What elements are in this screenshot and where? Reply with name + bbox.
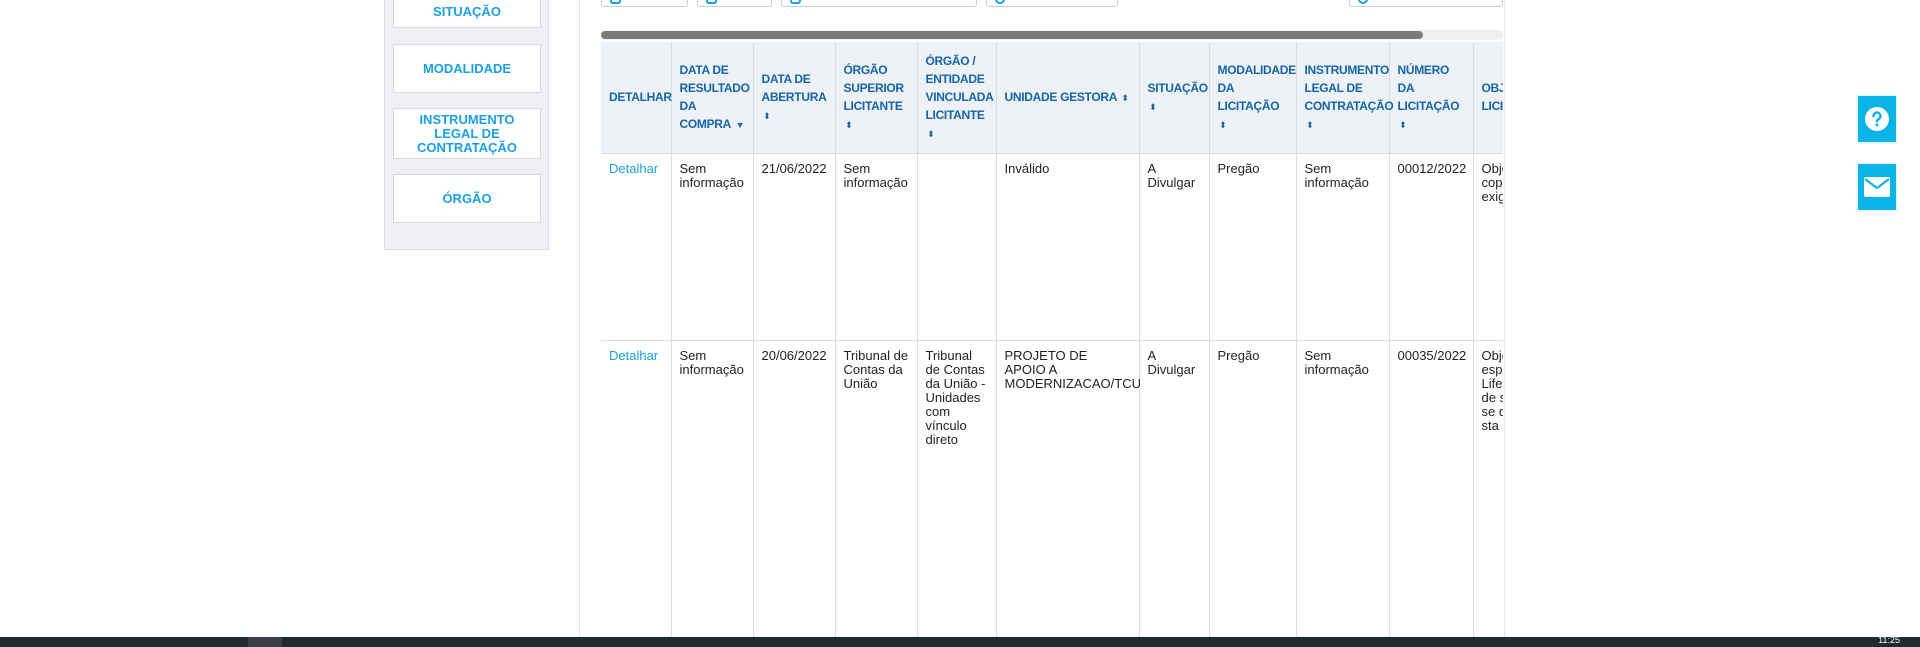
screen: SITUAÇÃO MODALIDADE INSTRUMENTO LEGAL DE… xyxy=(0,0,1920,647)
filter-modalidade-button[interactable]: MODALIDADE xyxy=(393,44,541,93)
detalhar-link[interactable]: Detalhar xyxy=(601,340,672,640)
cell-objeto: Obje Eletr Aqui mate copa conf cond quar… xyxy=(1473,153,1503,341)
toolbar-icon xyxy=(610,0,621,4)
filter-panel: SITUAÇÃO MODALIDADE INSTRUMENTO LEGAL DE… xyxy=(384,0,549,250)
cell-modalidade: Pregão xyxy=(1209,340,1297,640)
cell-data-resultado: Sem informação xyxy=(671,153,754,341)
col-header-orgao-superior[interactable]: ÓRGÃO SUPERIOR LICITANTE ⬍ xyxy=(835,42,918,154)
detalhar-link[interactable]: Detalhar xyxy=(601,153,672,341)
taskbar-app-icon[interactable] xyxy=(248,637,282,647)
scrollbar-thumb[interactable] xyxy=(601,31,1423,39)
col-header-data-resultado[interactable]: DATA DE RESULTADO DA COMPRA ▼ xyxy=(671,42,754,154)
sort-icon[interactable]: ⬍ xyxy=(1307,116,1314,134)
col-header-situacao[interactable]: SITUAÇÃO ⬍ xyxy=(1139,42,1210,154)
sort-icon[interactable]: ⬍ xyxy=(1122,89,1129,107)
col-header-instrumento[interactable]: INSTRUMENTO LEGAL DE CONTRATAÇÃO ⬍ xyxy=(1296,42,1394,154)
toolbar-icon xyxy=(706,0,717,4)
results-table-wrapper: DETALHAR DATA DE RESULTADO DA COMPRA ▼ D… xyxy=(601,42,1503,640)
sort-icon[interactable]: ⬍ xyxy=(846,116,853,134)
filter-orgao-button[interactable]: ÓRGÃO xyxy=(393,174,541,223)
horizontal-scrollbar[interactable] xyxy=(601,30,1503,40)
toolbar-icon xyxy=(995,0,1005,4)
cell-orgao-entidade xyxy=(917,153,997,341)
envelope-icon xyxy=(1864,177,1890,197)
cell-numero: 00035/2022 xyxy=(1389,340,1474,640)
col-header-unidade-gestora[interactable]: UNIDADE GESTORA ⬍ xyxy=(996,42,1140,154)
os-taskbar: 11:25 xyxy=(0,635,1920,647)
help-button[interactable] xyxy=(1856,94,1898,144)
contact-button[interactable] xyxy=(1856,162,1898,212)
sort-icon[interactable]: ⬍ xyxy=(1220,116,1227,134)
question-icon xyxy=(1865,107,1889,131)
sort-desc-icon[interactable]: ▼ xyxy=(736,116,745,134)
sort-icon[interactable]: ⬍ xyxy=(764,107,771,125)
cell-situacao: A Divulgar xyxy=(1139,340,1210,640)
col-header-numero[interactable]: NÚMERO DA LICITAÇÃO ⬍ xyxy=(1389,42,1474,154)
cell-data-abertura: 21/06/2022 xyxy=(753,153,836,341)
table-header-row: DETALHAR DATA DE RESULTADO DA COMPRA ▼ D… xyxy=(601,42,1503,154)
cell-data-resultado: Sem informação xyxy=(671,340,754,640)
cell-orgao-superior: Tribunal de Contas da União xyxy=(835,340,918,640)
col-header-orgao-entidade[interactable]: ÓRGÃO / ENTIDADE VINCULADA LICITANTE ⬍ xyxy=(917,42,997,154)
sort-icon[interactable]: ⬍ xyxy=(1150,98,1157,116)
cell-unidade-gestora: Inválido xyxy=(996,153,1140,341)
col-header-detalhar: DETALHAR xyxy=(601,42,672,154)
cell-objeto: Obje Eletr Pres serv espe na p gere de c… xyxy=(1473,340,1503,640)
taskbar-clock: 11:25 xyxy=(1878,635,1900,645)
cell-orgao-superior: Sem informação xyxy=(835,153,918,341)
results-table: DETALHAR DATA DE RESULTADO DA COMPRA ▼ D… xyxy=(601,42,1503,640)
toolbar-button-5[interactable] xyxy=(1349,0,1503,7)
table-row: Detalhar Sem informação 20/06/2022 Tribu… xyxy=(601,340,1503,640)
table-row: Detalhar Sem informação 21/06/2022 Sem i… xyxy=(601,153,1503,341)
cell-situacao: A Divulgar xyxy=(1139,153,1210,341)
col-header-modalidade[interactable]: MODALIDADE DA LICITAÇÃO ⬍ xyxy=(1209,42,1297,154)
cell-orgao-entidade: Tribunal de Contas da União - Unidades c… xyxy=(917,340,997,640)
toolbar-icon xyxy=(790,0,801,4)
filter-situacao-button[interactable]: SITUAÇÃO xyxy=(393,0,541,28)
col-header-objeto[interactable]: OBJETO DA LICITAÇÃO xyxy=(1473,42,1503,154)
toolbar-button-4[interactable] xyxy=(986,0,1118,7)
toolbar-button-1[interactable] xyxy=(601,0,688,7)
cell-numero: 00012/2022 xyxy=(1389,153,1474,341)
sort-icon[interactable]: ⬍ xyxy=(928,125,935,143)
cell-instrumento: Sem informação xyxy=(1296,153,1390,341)
sort-icon[interactable]: ⬍ xyxy=(1400,116,1407,134)
filter-instrumento-button[interactable]: INSTRUMENTO LEGAL DE CONTRATAÇÃO xyxy=(393,108,541,159)
cell-data-abertura: 20/06/2022 xyxy=(753,340,836,640)
cell-unidade-gestora: PROJETO DE APOIO A MODERNIZACAO/TCU xyxy=(996,340,1141,640)
cell-instrumento: Sem informação xyxy=(1296,340,1390,640)
toolbar-icon xyxy=(1358,0,1368,4)
col-header-data-abertura[interactable]: DATA DE ABERTURA ⬍ xyxy=(753,42,836,154)
taskbar-app-icon[interactable] xyxy=(160,637,194,647)
toolbar-button-2[interactable] xyxy=(697,0,772,7)
toolbar-button-3[interactable] xyxy=(781,0,977,7)
cell-modalidade: Pregão xyxy=(1209,153,1297,341)
